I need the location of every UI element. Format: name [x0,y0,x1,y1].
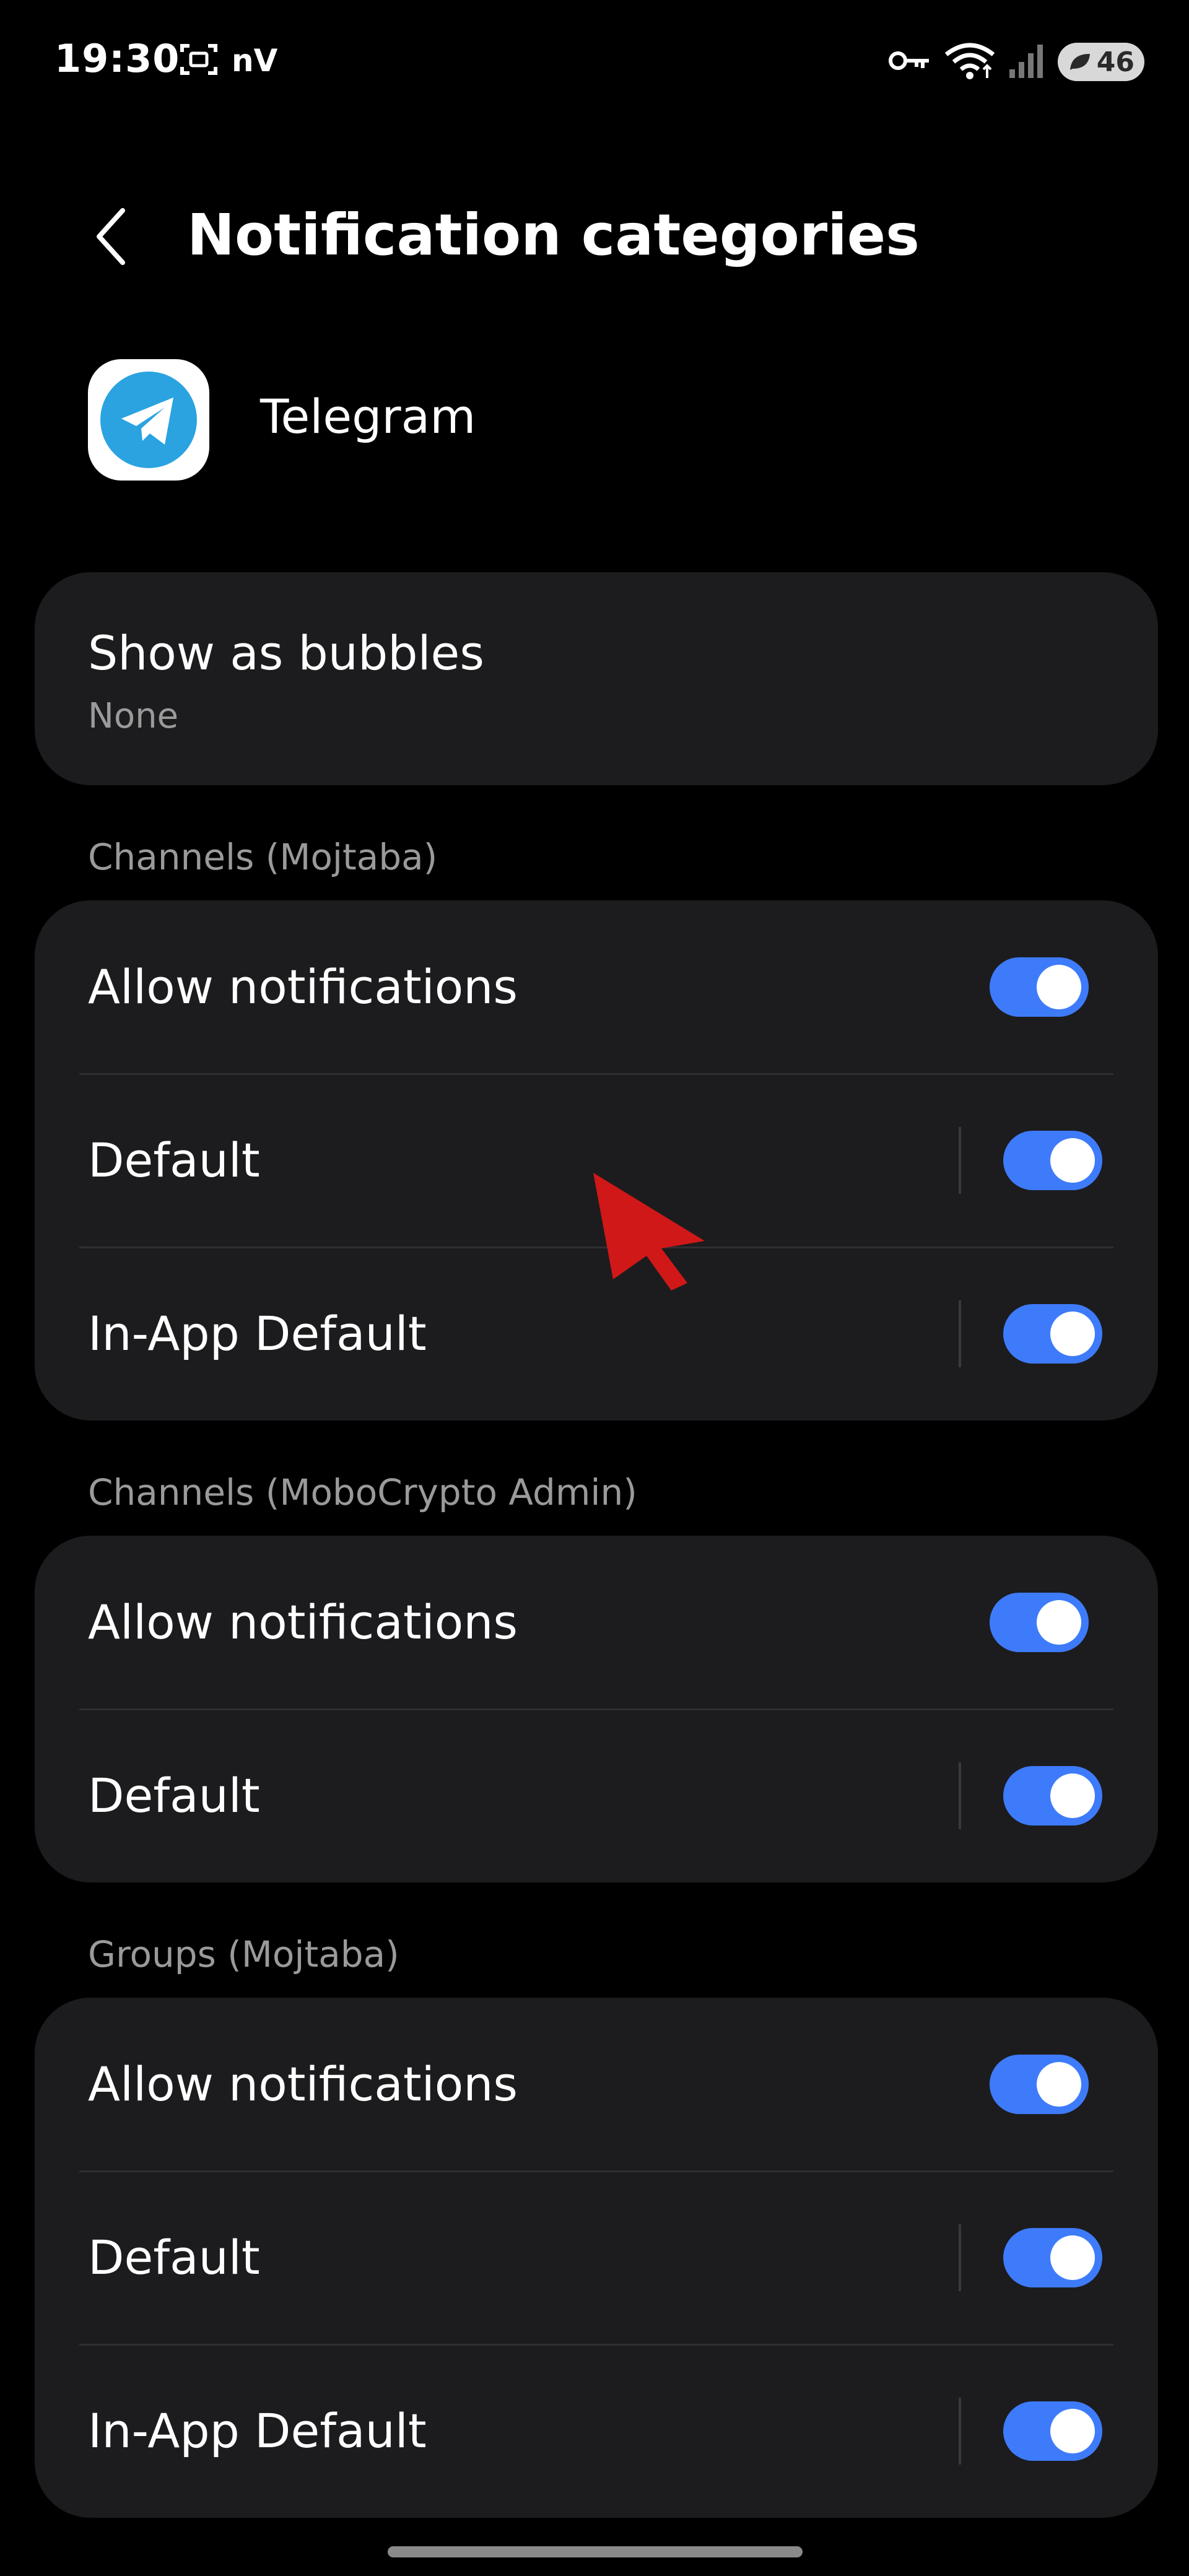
pointer-cursor-icon [593,1173,711,1293]
toggle-knob [1037,1600,1081,1645]
app-name: Telegram [260,389,476,444]
key-icon [888,48,931,76]
section-card-channels-mobocrypto-admin: Allow notifications Default [35,1536,1158,1882]
row-label: Allow notifications [88,1595,518,1650]
row-allow-notifications[interactable]: Allow notifications [35,1998,1158,2171]
wifi-icon [944,41,996,83]
row-label: Allow notifications [88,2056,518,2112]
status-right-icons: 46 [888,41,1144,83]
default-toggle[interactable] [1003,2228,1102,2287]
row-allow-notifications[interactable]: Allow notifications [35,1536,1158,1709]
allow-notifications-toggle[interactable] [990,1593,1089,1652]
vertical-separator [959,1762,961,1829]
allow-notifications-toggle[interactable] [990,957,1089,1017]
section-header-channels-mobocrypto-admin: Channels (MoboCrypto Admin) [88,1471,637,1513]
toggle-knob [1050,1773,1095,1818]
row-label: Allow notifications [88,959,518,1014]
vertical-separator [959,2398,961,2465]
row-label: Default [88,2230,260,2285]
status-time: 19:30 [54,36,180,81]
vertical-separator [959,2224,961,2291]
section-card-groups-mojtaba: Allow notifications Default In-App Defau… [35,1998,1158,2518]
back-button[interactable] [81,199,142,274]
toggle-knob [1050,2409,1095,2453]
toggle-knob [1050,1312,1095,1356]
toggle-knob [1050,1138,1095,1183]
gesture-nav-handle[interactable] [388,2546,803,2557]
telegram-icon [88,359,209,481]
battery-level: 46 [1096,46,1135,78]
show-as-bubbles-card[interactable]: Show as bubbles None [35,572,1158,785]
toggle-knob [1037,2062,1081,2107]
toggle-knob [1037,965,1081,1009]
leaf-icon [1068,51,1092,75]
in-app-default-toggle[interactable] [1003,2401,1102,2461]
status-bar: 19:30 nV 46 [0,0,1189,130]
row-in-app-default[interactable]: In-App Default [35,2344,1158,2518]
row-label: In-App Default [88,2403,427,2458]
row-label: In-App Default [88,1306,427,1361]
show-as-bubbles-value: None [88,696,179,736]
allow-notifications-toggle[interactable] [990,2055,1089,2114]
vertical-separator [959,1300,961,1367]
toggle-knob [1050,2235,1095,2280]
screenshot-icon [180,42,218,79]
row-label: Default [88,1133,260,1188]
status-left-icons: nV [180,42,277,79]
default-toggle[interactable] [1003,1766,1102,1825]
vertical-separator [959,1127,961,1194]
default-toggle[interactable] [1003,1131,1102,1190]
row-default[interactable]: Default [35,1709,1158,1882]
row-default[interactable]: Default [35,2171,1158,2344]
signal-icon [1008,42,1045,82]
in-app-default-toggle[interactable] [1003,1304,1102,1364]
show-as-bubbles-title: Show as bubbles [88,625,484,681]
page-title: Notification categories [187,202,920,268]
status-carrier-glyph: nV [232,43,278,79]
section-header-groups-mojtaba: Groups (Mojtaba) [88,1933,399,1975]
row-allow-notifications[interactable]: Allow notifications [35,900,1158,1074]
row-label: Default [88,1768,260,1823]
battery-icon: 46 [1058,43,1144,81]
chevron-left-icon [97,208,125,265]
section-card-channels-mojtaba: Allow notifications Default In-App Defau… [35,900,1158,1421]
section-header-channels-mojtaba: Channels (Mojtaba) [88,836,438,878]
